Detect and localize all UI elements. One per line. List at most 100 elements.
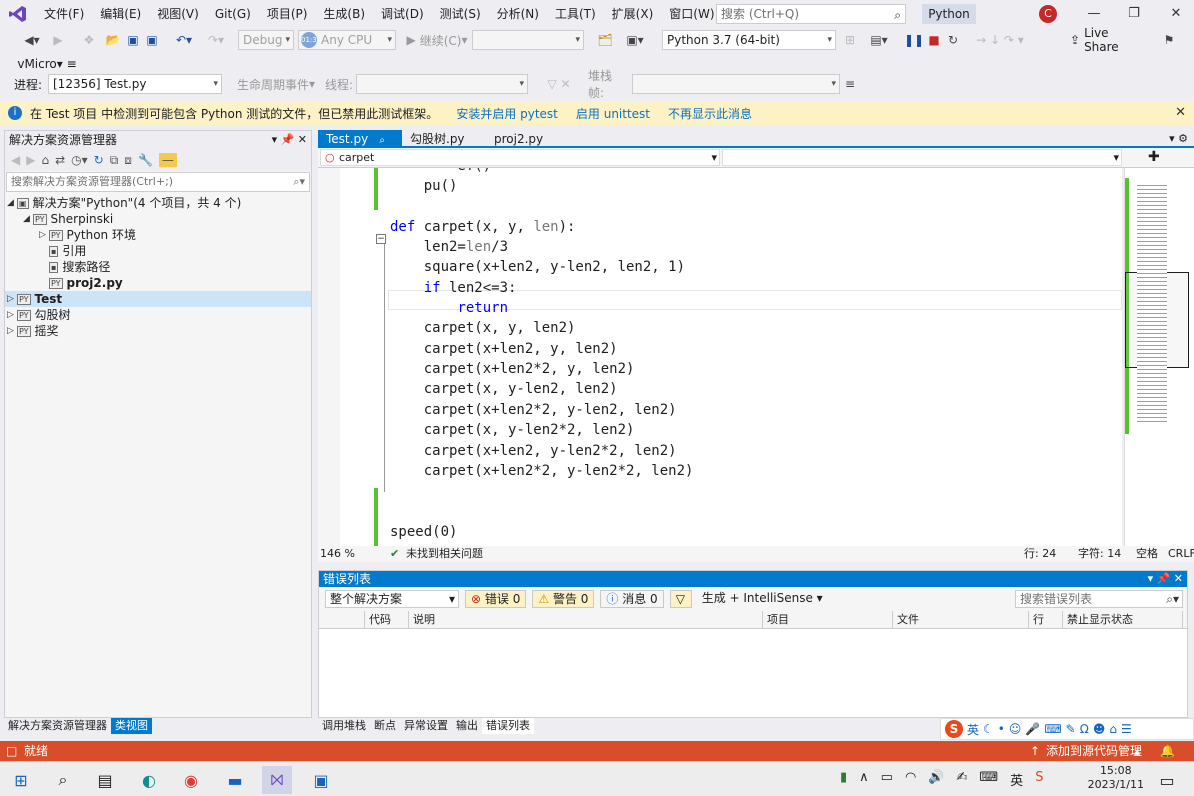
search-input[interactable]: 搜索 (Ctrl+Q) ⌕ — [716, 4, 906, 24]
menu-item[interactable]: 文件(F) — [36, 0, 92, 28]
enable-unittest-link[interactable]: 启用 unittest — [576, 105, 650, 122]
start-icon[interactable]: ⊞ — [6, 766, 36, 794]
tree-item[interactable]: ▷ PY 勾股树 — [5, 307, 311, 323]
editor-tab[interactable]: Test.py ⌕ ✕ — [318, 130, 402, 166]
forward-icon[interactable]: ▶ — [26, 153, 35, 167]
menu-item[interactable]: 编辑(E) — [92, 0, 149, 28]
menu-item[interactable]: 分析(N) — [489, 0, 547, 28]
menu-item[interactable]: 调试(D) — [373, 0, 432, 28]
preview-icon[interactable]: — — [158, 153, 177, 167]
panel-window-controls[interactable]: ▾ 📌 ✕ — [1148, 571, 1183, 587]
expand-icon[interactable]: ◢ — [7, 195, 17, 211]
column-header[interactable]: 说明 — [409, 611, 763, 628]
step-icons[interactable]: → ↓ ↷ ▾ — [970, 30, 1030, 50]
chevron-up-icon[interactable]: ∧ — [859, 770, 869, 789]
panel-tab[interactable]: 断点 — [370, 718, 400, 734]
ime-menu-icon[interactable]: ☰ — [1121, 722, 1132, 736]
expand-icon[interactable]: ▷ — [7, 323, 17, 339]
filter-toggle-icon[interactable]: ▽ — [669, 590, 692, 608]
wifi-icon[interactable]: ◠ — [905, 770, 916, 789]
continue-button[interactable]: ▶ 继续(C) ▾ — [402, 30, 472, 50]
menu-item[interactable]: 扩展(X) — [604, 0, 662, 28]
configuration-dropdown[interactable]: Debug ▾ — [238, 30, 294, 50]
pause-icon[interactable]: ❚❚ — [904, 30, 924, 50]
whitespace-indicator[interactable]: 空格 — [1136, 546, 1158, 562]
close-button[interactable]: ✕ — [1162, 4, 1190, 24]
column-header[interactable]: 项目 — [763, 611, 893, 628]
eol-indicator[interactable]: CRLF — [1168, 546, 1194, 562]
maximize-button[interactable]: ❐ — [1120, 4, 1148, 24]
tab-overflow-icon[interactable]: ▾ ⚙ — [1169, 130, 1194, 146]
dont-show-again-link[interactable]: 不再显示此消息 — [668, 105, 752, 122]
tree-item[interactable]: ◢ PY Sherpinski — [5, 211, 311, 227]
tree-item[interactable]: PY proj2.py — [5, 275, 311, 291]
ime-moon-icon[interactable]: ☾ — [983, 722, 994, 736]
solution-search-input[interactable]: 搜索解决方案资源管理器(Ctrl+;) ⌕▾ — [6, 172, 310, 192]
layout-icon[interactable]: ▤▾ — [866, 30, 892, 50]
tree-item[interactable]: ▪ 搜索路径 — [5, 259, 311, 275]
show-all-files-icon[interactable]: ⧈ — [124, 153, 132, 168]
column-header[interactable]: 禁止显示状态 — [1063, 611, 1183, 628]
vmicro-menu[interactable]: vMicro ▾ ≡ — [16, 54, 78, 74]
tree-item[interactable]: ▷ PY Test — [5, 291, 311, 307]
tree-item[interactable]: ▪ 引用 — [5, 243, 311, 259]
add-to-source-control-button[interactable]: 添加到源代码管理 — [1046, 741, 1142, 761]
expand-icon[interactable]: ▷ — [39, 227, 49, 243]
restart-icon[interactable]: ↻ — [944, 30, 962, 50]
sogou-tray-icon[interactable]: S — [1035, 770, 1043, 789]
save-all-icon[interactable]: ▣ — [144, 30, 160, 50]
minimize-button[interactable]: — — [1080, 4, 1108, 24]
avatar[interactable]: C — [1039, 5, 1057, 23]
collapse-all-icon[interactable]: ⧉ — [110, 153, 119, 168]
visual-studio-taskbar-icon[interactable]: ⨝ — [262, 766, 292, 794]
home-icon[interactable]: ⌂ — [41, 153, 49, 167]
env-icon[interactable]: ⊞ — [842, 30, 858, 50]
ime-language[interactable]: 英 — [967, 721, 979, 738]
photos-icon[interactable]: ▬ — [220, 766, 250, 794]
properties-icon[interactable]: 🔧 — [138, 153, 153, 167]
refresh-icon[interactable]: ↻ — [94, 153, 104, 167]
panel-tab[interactable]: 类视图 — [111, 718, 152, 734]
zoom-level[interactable]: 146 % — [320, 546, 355, 562]
task-view-icon[interactable]: ▤ — [90, 766, 120, 794]
stop-icon[interactable]: ■ — [926, 30, 942, 50]
member-dropdown[interactable]: ▾ — [722, 149, 1122, 166]
panel-tab[interactable]: 调用堆栈 — [318, 718, 370, 734]
expand-icon[interactable]: ◢ — [23, 211, 33, 227]
power-icon[interactable]: ▭ — [881, 770, 893, 789]
close-icon[interactable]: ✕ — [1175, 105, 1186, 120]
pen-icon[interactable]: ✍ — [957, 770, 968, 789]
undo-icon[interactable]: ↶▾ — [170, 30, 198, 50]
scope-filter-dropdown[interactable]: 整个解决方案 ▾ — [325, 590, 459, 608]
live-share-button[interactable]: ⇪ Live Share — [1070, 26, 1144, 54]
menu-item[interactable]: Git(G) — [207, 0, 259, 28]
ime-keyboard-icon[interactable]: ⌨ — [1044, 722, 1061, 736]
platform-dropdown[interactable]: 01:34 Any CPU ▾ — [298, 30, 396, 50]
errors-filter-button[interactable]: ⊗ 错误 0 — [465, 590, 527, 608]
volume-icon[interactable]: 🔊 — [928, 770, 944, 789]
code-editor[interactable]: − ef() pu() def carpet(x, y, len): len2=l… — [318, 168, 1122, 546]
clock[interactable]: 15:08 2023/1/11 — [1088, 764, 1144, 792]
edge-icon[interactable]: ◐ — [134, 766, 164, 794]
screenshot-icon[interactable]: ▣▾ — [620, 30, 650, 50]
forward-icon[interactable]: ▶ — [50, 30, 66, 50]
search-icon[interactable]: ⌕ — [48, 766, 78, 794]
menu-item[interactable]: 窗口(W) — [661, 0, 722, 28]
back-icon[interactable]: ◀▾ — [18, 30, 46, 50]
battery-icon[interactable]: ▮ — [840, 770, 847, 789]
menu-item[interactable]: 项目(P) — [259, 0, 316, 28]
ime-skin-icon[interactable]: ⌂ — [1109, 722, 1117, 736]
column-header-icon[interactable] — [319, 611, 365, 628]
thread-dropdown[interactable]: ▾ — [356, 74, 528, 94]
ime-pen-icon[interactable]: ✎ — [1066, 722, 1076, 736]
code-minimap[interactable] — [1124, 168, 1194, 546]
redo-icon[interactable]: ↷▾ — [202, 30, 230, 50]
process-dropdown[interactable]: [12356] Test.py ▾ — [48, 74, 222, 94]
menu-item[interactable]: 工具(T) — [547, 0, 604, 28]
save-icon[interactable]: ▣ — [126, 30, 140, 50]
menu-item[interactable]: 视图(V) — [149, 0, 207, 28]
lifecycle-events-button[interactable]: 生命周期事件 ▾ — [230, 74, 322, 94]
ime-mic-icon[interactable]: 🎤 — [1025, 722, 1040, 736]
collapse-icon[interactable]: − — [376, 234, 386, 244]
expand-icon[interactable]: ▷ — [7, 291, 17, 307]
